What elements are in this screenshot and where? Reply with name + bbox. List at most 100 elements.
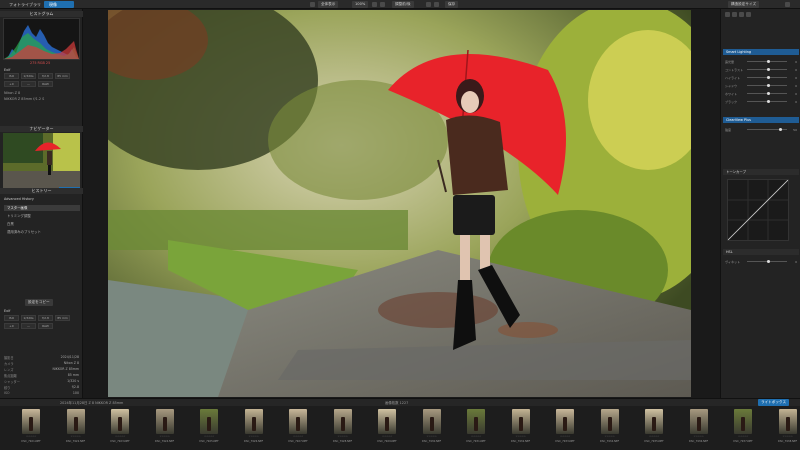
filmstrip-thumbnail[interactable]: ☆☆☆☆☆ DSC_7924.NEF [154,408,176,448]
tool-icon[interactable] [746,12,751,17]
thumbnail-image[interactable] [645,409,663,434]
thumbnail-image[interactable] [200,409,218,434]
slider-shadows[interactable]: シャドウ 0 [725,83,799,88]
tone-curve-graph[interactable] [727,179,789,241]
thumbnail-rating[interactable]: ☆☆☆☆☆ [332,435,354,438]
thumbnail-rating[interactable]: ☆☆☆☆☆ [20,435,42,438]
thumbnail-rating[interactable]: ☆☆☆☆☆ [510,435,532,438]
thumbnail-image[interactable] [378,409,396,434]
preset-size-button[interactable]: 構造設定サイズ [728,1,760,8]
filmstrip-thumbnail[interactable]: ☆☆☆☆☆ DSC_7933.NEF [554,408,576,448]
thumbnail-rating[interactable]: ☆☆☆☆☆ [688,435,710,438]
thumbnail-rating[interactable]: ☆☆☆☆☆ [465,435,487,438]
export-button[interactable]: 保存 [445,1,459,8]
thumbnail-image[interactable] [289,409,307,434]
filmstrip-thumbnail[interactable]: ☆☆☆☆☆ DSC_7936.NEF [688,408,710,448]
thumbnail-image[interactable] [155,409,174,434]
histogram-header[interactable]: ヒストグラム [0,11,83,17]
filmstrip-thumbnail[interactable]: ☆☆☆☆☆ DSC_7937.NEF [732,408,754,448]
filmstrip-thumbnail[interactable]: ☆☆☆☆☆ DSC_7928.NEF [332,408,354,448]
thumbnail-rating[interactable]: ☆☆☆☆☆ [777,435,799,438]
slider-strength[interactable]: 強度 50 [725,127,799,132]
photo-canvas[interactable] [108,10,691,397]
thumbnail-image[interactable] [600,409,619,434]
compare-button[interactable]: 調整前/後 [392,1,414,8]
thumbnail-image[interactable] [511,409,530,434]
thumbnail-image[interactable] [111,409,129,434]
zoom-out-icon[interactable] [380,2,385,7]
thumbnail-rating[interactable]: ☆☆☆☆☆ [599,435,621,438]
thumbnail-rating[interactable]: ☆☆☆☆☆ [243,435,265,438]
filmstrip-thumbnail[interactable]: ☆☆☆☆☆ DSC_7927.NEF [287,408,309,448]
thumbnail-rating[interactable]: ☆☆☆☆☆ [154,435,176,438]
history-header[interactable]: ヒストリー [0,188,83,194]
slider-exposure[interactable]: 露光量 0 [725,59,799,64]
thumbnail-image[interactable] [556,409,574,434]
thumbnail-image[interactable] [333,409,352,434]
zoom-level[interactable]: 100% [352,1,369,8]
thumbnail-rating[interactable]: ☆☆☆☆☆ [198,435,220,438]
history-item[interactable]: 白黒 [4,221,80,227]
fit-button[interactable]: 全体表示 [318,1,339,8]
thumbnail-rating[interactable]: ☆☆☆☆☆ [421,435,443,438]
thumbnail-filename: DSC_7938.NEF [777,440,798,443]
thumbnail-image[interactable] [467,409,485,434]
thumbnail-image[interactable] [22,409,40,434]
zoom-in-icon[interactable] [372,2,377,7]
exif-shutter: 1/320s [21,315,36,321]
tool-icon[interactable] [732,12,737,17]
tool-icon[interactable] [725,12,730,17]
crop-icon[interactable] [434,2,439,7]
tab-develop[interactable]: 現像 [44,1,74,8]
section-clearview[interactable]: ClearView Plus [723,117,799,123]
thumbnail-image[interactable] [244,409,263,434]
thumbnail-rating[interactable]: ☆☆☆☆☆ [376,435,398,438]
filmstrip-thumbnail[interactable]: ☆☆☆☆☆ DSC_7922.NEF [65,408,87,448]
filmstrip-thumbnail[interactable]: ☆☆☆☆☆ DSC_7934.NEF [599,408,621,448]
right-panel: Smart Lighting 露光量 0 コントラスト 0 ハイライト 0 シャドウ 0… [720,9,800,398]
thumbnail-rating[interactable]: ☆☆☆☆☆ [643,435,665,438]
thumbnail-image[interactable] [778,409,797,434]
lightbox-button[interactable]: ライトボックス [758,399,790,406]
history-item[interactable]: 適用済みのプリセット [4,229,80,235]
rotate-icon[interactable] [426,2,431,7]
view-icon[interactable] [310,2,315,7]
filmstrip-thumbnail[interactable]: ☆☆☆☆☆ DSC_7930.NEF [421,408,443,448]
slider-vignette[interactable]: ヴィネット 0 [725,259,799,264]
copy-settings-button[interactable]: 設定をコピー [25,299,53,306]
image-viewer[interactable] [83,9,720,398]
thumbnail-rating[interactable]: ☆☆☆☆☆ [109,435,131,438]
filmstrip-thumbnail[interactable]: ☆☆☆☆☆ DSC_7938.NEF [777,408,799,448]
section-smart-lighting[interactable]: Smart Lighting [723,49,799,55]
history-item[interactable]: トリミング調整 [4,213,80,219]
filmstrip-folder-info: 2024年11月28日 Z 8 NIKKOR Z 85mm [60,401,124,405]
navigator-header[interactable]: ナビゲーター [0,126,83,132]
thumbnail-image[interactable] [422,409,441,434]
thumbnail-rating[interactable]: ☆☆☆☆☆ [65,435,87,438]
slider-blacks[interactable]: ブラック 0 [725,99,799,104]
filmstrip-thumbnail[interactable]: ☆☆☆☆☆ DSC_7925.NEF [198,408,220,448]
navigator-preview[interactable] [3,133,80,188]
slider-contrast[interactable]: コントラスト 0 [725,67,799,72]
tab-photo-library[interactable]: フォトライブラリ [4,1,46,8]
thumbnail-rating[interactable]: ☆☆☆☆☆ [732,435,754,438]
slider-highlights[interactable]: ハイライト 0 [725,75,799,80]
filmstrip-thumbnail[interactable]: ☆☆☆☆☆ DSC_7935.NEF [643,408,665,448]
filmstrip-thumbnail[interactable]: ☆☆☆☆☆ DSC_7931.NEF [465,408,487,448]
history-item[interactable]: マスター画像 [4,205,80,211]
thumbnail-rating[interactable]: ☆☆☆☆☆ [554,435,576,438]
settings-icon[interactable] [785,2,790,7]
thumbnail-image[interactable] [66,409,85,434]
thumbnail-image[interactable] [734,409,752,434]
filmstrip-thumbnail[interactable]: ☆☆☆☆☆ DSC_7929.NEF [376,408,398,448]
slider-whites[interactable]: ホワイト 0 [725,91,799,96]
tool-icon[interactable] [739,12,744,17]
filmstrip-thumbnail[interactable]: ☆☆☆☆☆ DSC_7926.NEF [243,408,265,448]
filmstrip-thumbnail[interactable]: ☆☆☆☆☆ DSC_7932.NEF [510,408,532,448]
filmstrip-thumbnail[interactable]: ☆☆☆☆☆ DSC_7921.NEF [20,408,42,448]
section-tone-curve[interactable]: トーンカーブ [723,169,799,175]
section-hsl[interactable]: HSL [723,249,799,255]
filmstrip-thumbnail[interactable]: ☆☆☆☆☆ DSC_7923.NEF [109,408,131,448]
thumbnail-image[interactable] [689,409,708,434]
thumbnail-rating[interactable]: ☆☆☆☆☆ [287,435,309,438]
